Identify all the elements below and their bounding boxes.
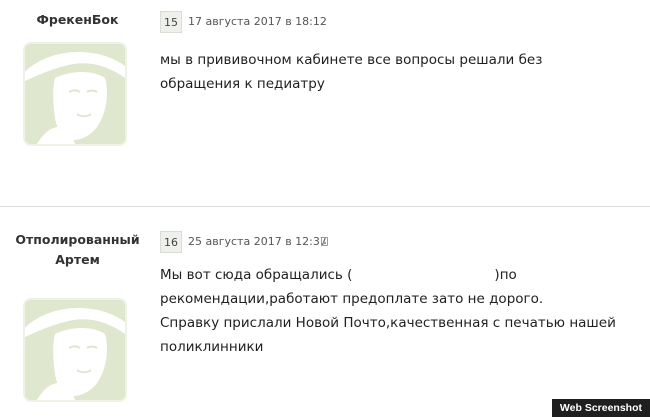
post-message: Мы вот сюда обращались ( )по рекомендации… xyxy=(160,263,620,359)
post-divider xyxy=(0,206,650,207)
post-number[interactable]: 15 xyxy=(160,11,182,33)
post-message: мы в прививочном кабинете все вопросы ре… xyxy=(160,48,620,96)
message-line: мы в прививочном кабинете все вопросы ре… xyxy=(160,52,543,92)
message-line: рекомендации,работают предоплате зато не… xyxy=(160,291,544,307)
message-text: Мы вот сюда обращались ( xyxy=(160,267,353,283)
author-column: ФрекенБок xyxy=(0,0,155,190)
default-avatar-icon[interactable] xyxy=(23,298,127,402)
message-text: )по xyxy=(494,267,517,283)
watermark-label: Web Screenshot xyxy=(551,399,650,417)
mobile-device-icon xyxy=(321,237,328,246)
author-column: Отполированный Артем xyxy=(0,218,155,417)
username-link[interactable]: Отполированный Артем xyxy=(0,230,155,270)
post-date: 25 августа 2017 в 12:37 xyxy=(188,235,327,248)
forum-post: Отполированный Артем 16 25 августа 2017 … xyxy=(0,218,650,417)
default-avatar-icon[interactable] xyxy=(23,42,127,146)
message-line: Мы вот сюда обращались ( )по xyxy=(160,263,620,287)
username-link[interactable]: ФрекенБок xyxy=(0,10,155,30)
post-date: 17 августа 2017 в 18:12 xyxy=(188,15,327,28)
forum-post: ФрекенБок 15 17 августа 2017 в 18:12 мы … xyxy=(0,0,650,190)
message-line: Справку прислали Новой Почто,качественна… xyxy=(160,315,616,355)
post-number[interactable]: 16 xyxy=(160,231,182,253)
